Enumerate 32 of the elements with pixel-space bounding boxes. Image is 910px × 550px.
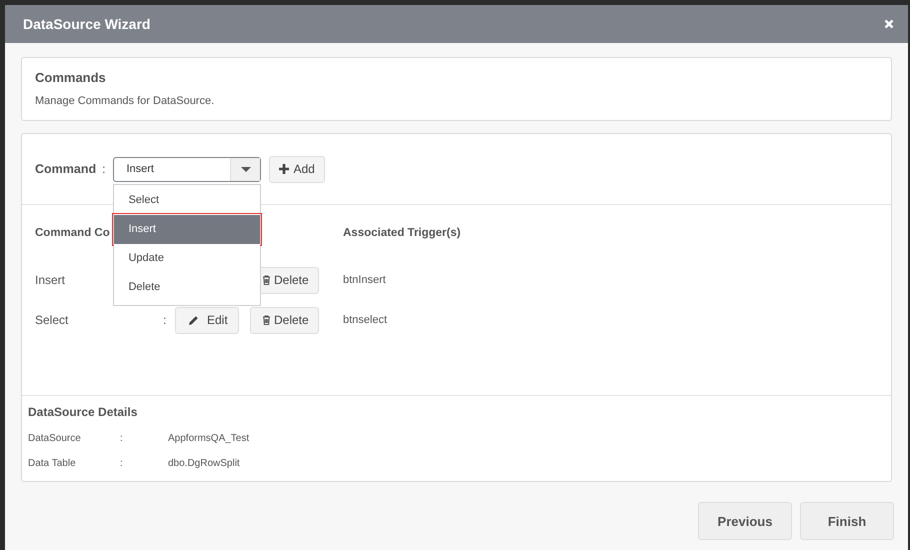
section-title: Commands [35,70,107,85]
trigger-name: btnInsert [343,274,386,286]
caret-icon [240,166,251,172]
section-description: Manage Commands for DataSource. [35,95,216,107]
separator: : [120,458,124,469]
add-button[interactable]: Add [269,156,325,182]
column-header: Associated Trigger(s) [343,226,461,238]
command-name: Insert [35,273,66,287]
close-icon[interactable] [884,19,894,29]
column-header: Command Co [35,226,110,238]
finish-button[interactable]: Finish [800,502,894,540]
trigger-name: btnselect [343,314,388,326]
separator: : [120,433,124,444]
pencil-icon [188,314,199,326]
edit-button[interactable]: Edit [175,306,239,334]
trash-icon [262,315,271,325]
detail-value: AppformsQA_Test [168,433,250,444]
trash-icon [262,275,271,285]
command-select[interactable]: Insert [113,156,262,182]
detail-label: DataSource [28,433,82,444]
command-label: Command [35,162,96,176]
separator: : [163,313,166,327]
detail-value: dbo.DgRowSplit [168,458,240,469]
detail-label: Data Table [28,458,77,469]
dialog-title: DataSource Wizard [23,16,150,32]
section-title: DataSource Details [28,405,138,419]
plus-icon [279,164,290,174]
command-name: Select [35,313,68,327]
dropdown-option[interactable]: Insert [114,214,260,244]
delete-button[interactable]: Delete [250,306,319,334]
separator: : [102,162,106,176]
previous-button[interactable]: Previous [698,502,792,540]
